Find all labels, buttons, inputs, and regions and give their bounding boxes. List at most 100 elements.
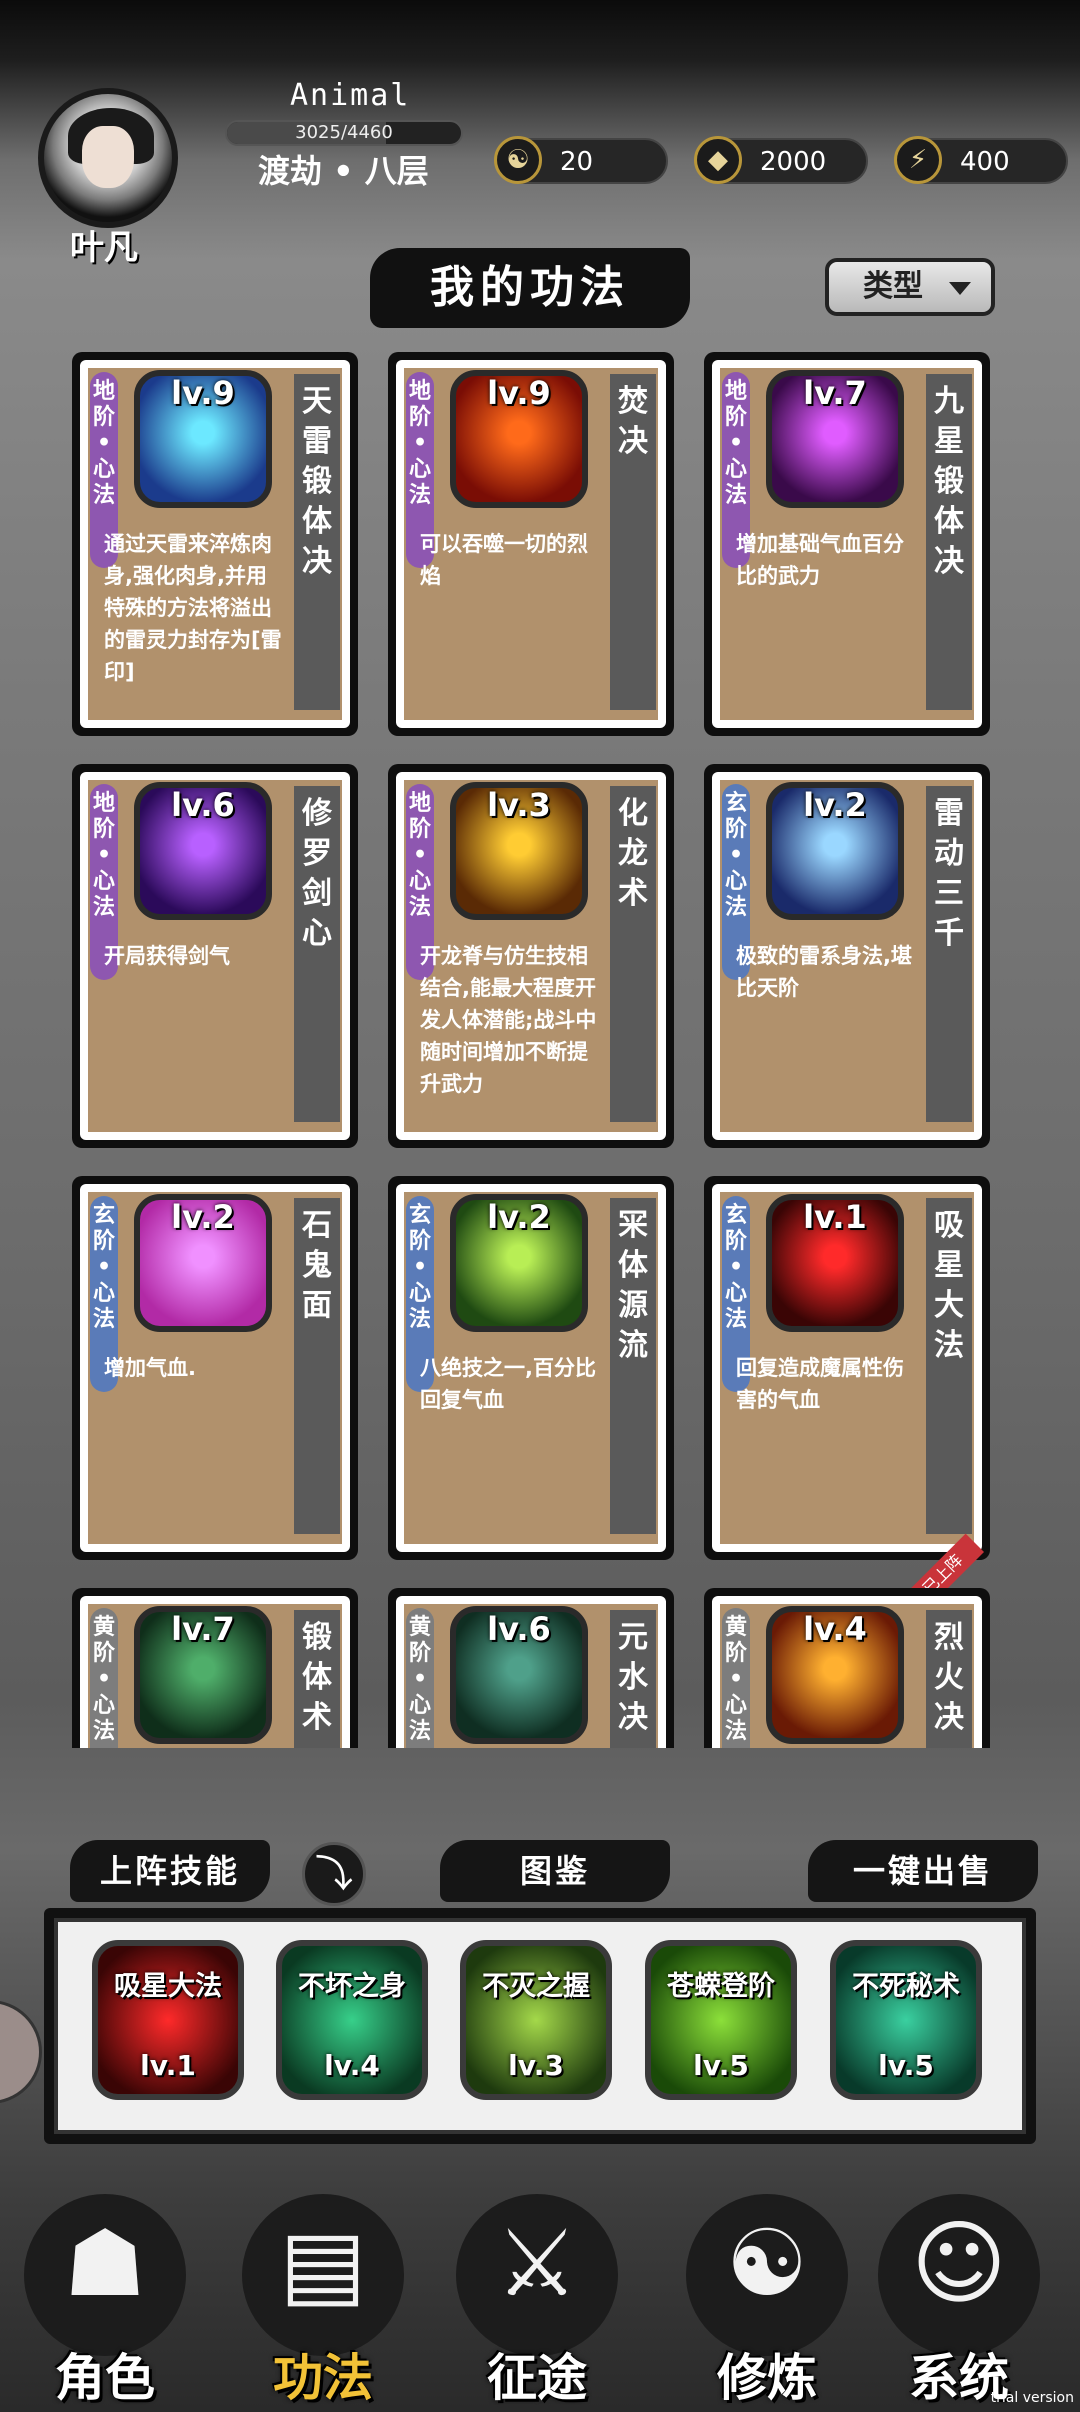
skill-card[interactable]: 黄阶•心法 lv.7 锻体术	[72, 1588, 358, 1748]
meditation-icon: ☯	[725, 2210, 809, 2317]
skill-card[interactable]: 黄阶•心法 lv.4 烈火决	[704, 1588, 990, 1748]
skill-card[interactable]: 玄阶•心法 lv.2 冞体源流 八绝技之一,百分比回复气血	[388, 1176, 674, 1560]
yin-yang-icon: ☯	[494, 136, 542, 184]
avatar-face	[82, 126, 134, 188]
nav-journey[interactable]: ⚔ 征途	[442, 2170, 632, 2412]
skill-name: 焚决	[618, 384, 648, 459]
skill-description: 通过天雷来淬炼肉身,强化肉身,并用特殊的方法将溢出的雷灵力封存为[雷印]	[104, 532, 282, 684]
hooded-character-icon: ☗	[63, 2210, 147, 2317]
sword-emblem-icon: ⚔	[495, 2210, 579, 2317]
skill-level: lv.7	[171, 1610, 235, 1648]
skill-level: lv.2	[171, 1198, 235, 1236]
skill-name: 石鬼面	[302, 1208, 332, 1323]
resource-yin-yang[interactable]: ☯ 20	[494, 136, 668, 184]
chevron-down-icon	[949, 282, 971, 295]
nav-skills[interactable]: ▤ 功法	[228, 2170, 418, 2412]
skill-card[interactable]: 地阶•心法 lv.7 九星锻体决 增加基础气血百分比的武力	[704, 352, 990, 736]
resource-value: 20	[560, 147, 594, 177]
skill-name: 化龙术	[618, 796, 648, 911]
skill-description: 回复造成魔属性伤害的气血	[736, 1356, 904, 1412]
nav-label: 功法	[273, 2348, 373, 2407]
exp-text: 3025/4460	[295, 122, 393, 143]
skill-level: lv.2	[803, 786, 867, 824]
resource-value: 400	[960, 147, 1010, 177]
skill-grid[interactable]: 地阶•心法 lv.9 天雷锻体决 通过天雷来淬炼肉身,强化肉身,并用特殊的方法将溢出的…	[72, 352, 998, 1748]
skill-level: lv.6	[171, 786, 235, 824]
skill-level: lv.2	[487, 1198, 551, 1236]
skill-name: 锻体术	[302, 1620, 332, 1735]
deployed-skill-level: lv.5	[693, 2049, 749, 2082]
skill-level: lv.1	[803, 1198, 867, 1236]
type-filter-label: 类型	[863, 269, 923, 304]
skill-level: lv.3	[487, 786, 551, 824]
skill-name: 冞体源流	[618, 1208, 648, 1363]
deployed-skill-level: lv.1	[140, 2049, 196, 2082]
player-name: 叶凡	[70, 228, 138, 268]
deployed-skill-name: 不灭之握	[482, 1971, 590, 2002]
skill-level: lv.9	[171, 374, 235, 412]
deployed-skill-slot[interactable]: 不死秘术 lv.5	[830, 1940, 982, 2100]
page-title: 我的功法	[430, 262, 630, 313]
sell-all-button[interactable]: 一键出售	[808, 1840, 1038, 1902]
resource-crystal[interactable]: ◆ 2000	[694, 136, 868, 184]
deployed-skill-slot[interactable]: 不坏之身 lv.4	[276, 1940, 428, 2100]
crystal-icon: ◆	[694, 136, 742, 184]
deployed-skills-label: 上阵技能	[70, 1840, 270, 1902]
skill-card[interactable]: 地阶•心法 lv.9 焚决 可以吞噬一切的烈焰	[388, 352, 674, 736]
deployed-skill-slot[interactable]: 吸星大法 lv.1	[92, 1940, 244, 2100]
skill-name: 吸星大法	[934, 1208, 964, 1363]
skill-level: lv.4	[803, 1610, 867, 1648]
skill-name: 烈火决	[934, 1620, 964, 1735]
skill-level: lv.6	[487, 1610, 551, 1648]
deployed-skill-slot[interactable]: 不灭之握 lv.3	[460, 1940, 612, 2100]
nav-cultivate[interactable]: ☯ 修炼	[672, 2170, 862, 2412]
deployed-skill-name: 苍蝾登阶	[667, 1971, 775, 2002]
resource-lightning[interactable]: ⚡ 400	[894, 136, 1068, 184]
skill-description: 开龙脊与仿生技相结合,能最大程度开发人体潜能;战斗中随时间增加不断提升武力	[420, 944, 597, 1096]
deployed-skill-name: 不死秘术	[852, 1971, 960, 2002]
skill-name: 修罗剑心	[302, 796, 332, 951]
nav-label: 角色	[55, 2348, 155, 2407]
scroll-book-icon: ▤	[279, 2210, 367, 2317]
skill-level: lv.7	[803, 374, 867, 412]
nav-character[interactable]: ☗ 角色	[10, 2170, 200, 2412]
nav-label: 修炼	[717, 2348, 817, 2407]
skill-name: 九星锻体决	[934, 384, 964, 579]
skill-description: 极致的雷系身法,堪比天阶	[736, 944, 912, 1000]
nav-label: 征途	[487, 2348, 587, 2407]
skill-level: lv.9	[487, 374, 551, 412]
player-avatar[interactable]	[38, 88, 178, 228]
arrow-down-icon[interactable]: ⤵	[302, 1842, 366, 1906]
deployed-skill-level: lv.5	[878, 2049, 934, 2082]
deployed-skill-name: 吸星大法	[114, 1971, 222, 2002]
nav-system[interactable]: ☺ 系统	[864, 2170, 1054, 2412]
lightning-icon: ⚡	[894, 136, 942, 184]
skill-description: 增加基础气血百分比的武力	[736, 532, 904, 588]
skill-name: 元水决	[618, 1620, 648, 1735]
atlas-button[interactable]: 图鉴	[440, 1840, 670, 1902]
skill-card[interactable]: 地阶•心法 lv.6 修罗剑心 开局获得剑气	[72, 764, 358, 1148]
skill-tier: 黄阶•心法	[90, 1608, 118, 1748]
mascot-icon: ☺	[911, 2210, 1007, 2317]
skill-card[interactable]: 地阶•心法 lv.3 化龙术 开龙脊与仿生技相结合,能最大程度开发人体潜能;战斗中随时…	[388, 764, 674, 1148]
skill-name: 雷动三千	[934, 796, 964, 951]
deployed-skill-name: 不坏之身	[298, 1971, 406, 2002]
type-filter-button[interactable]: 类型	[825, 258, 995, 316]
skill-tier: 黄阶•心法	[722, 1608, 750, 1748]
skill-description: 增加气血.	[104, 1356, 196, 1380]
skill-description: 八绝技之一,百分比回复气血	[420, 1356, 596, 1412]
side-avatar-bubble[interactable]	[0, 2000, 42, 2104]
skill-card[interactable]: 地阶•心法 lv.9 天雷锻体决 通过天雷来淬炼肉身,强化肉身,并用特殊的方法将溢出的…	[72, 352, 358, 736]
cultivation-realm: 渡劫 • 八层	[258, 152, 429, 190]
skill-card[interactable]: 玄阶•心法 lv.2 雷动三千 极致的雷系身法,堪比天阶	[704, 764, 990, 1148]
username: Animal	[290, 78, 411, 113]
skill-description: 开局获得剑气	[104, 944, 230, 968]
skill-card[interactable]: 黄阶•心法 lv.6 元水决	[388, 1588, 674, 1748]
deployed-skill-level: lv.3	[508, 2049, 564, 2082]
skill-card[interactable]: 玄阶•心法 lv.2 石鬼面 增加气血.	[72, 1176, 358, 1560]
trial-watermark: trial version	[990, 2390, 1074, 2406]
skill-card[interactable]: 玄阶•心法 lv.1 吸星大法 回复造成魔属性伤害的气血 已上阵	[704, 1176, 990, 1616]
skill-description: 可以吞噬一切的烈焰	[420, 532, 588, 588]
skill-tier: 黄阶•心法	[406, 1608, 434, 1748]
deployed-skill-slot[interactable]: 苍蝾登阶 lv.5	[645, 1940, 797, 2100]
